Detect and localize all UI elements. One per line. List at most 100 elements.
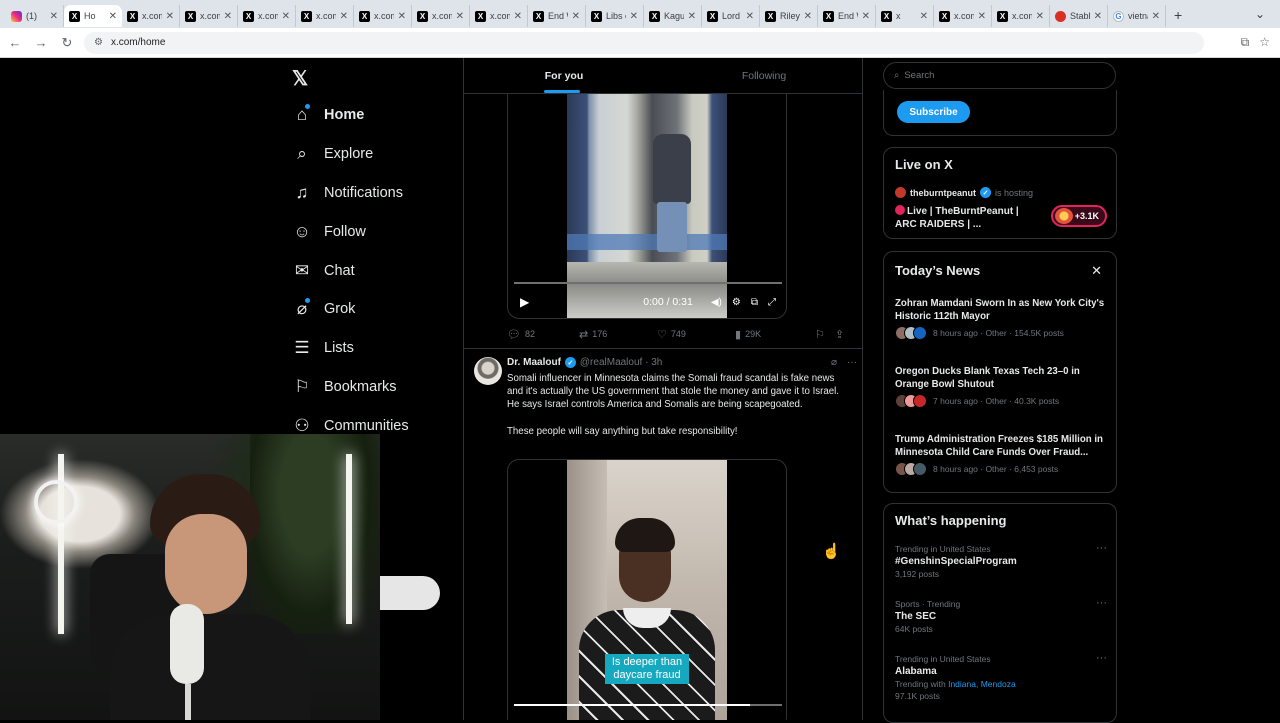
more-icon[interactable]: ··· [1096,542,1107,554]
share-button[interactable]: ⇪ [835,328,844,341]
more-icon[interactable]: ··· [1096,652,1107,664]
play-icon[interactable]: ▶ [520,295,529,309]
browser-tab[interactable]: X Riley G ✕ [760,5,818,27]
trend-item[interactable]: Trending in United States #GenshinSpecial… [895,542,1107,579]
address-bar[interactable]: ⚙ x.com/home [84,31,1204,54]
author-name[interactable]: Dr. Maalouf [507,357,561,368]
close-icon[interactable]: ✕ [1094,11,1102,22]
more-icon[interactable]: ··· [1096,597,1107,609]
sidebar-item-home[interactable]: ⌂ Home [292,96,409,135]
trending-with-links[interactable]: Indiana, Mendoza [948,679,1016,689]
close-icon[interactable]: ✕ [978,11,986,22]
install-app-icon[interactable]: ⧉ [1241,35,1250,50]
browser-tab[interactable]: Stable ✕ [1050,5,1108,27]
browser-tab[interactable]: Gvietnam ✕ [1108,5,1166,27]
close-icon[interactable]: ✕ [1091,263,1102,279]
close-icon[interactable]: ✕ [50,11,58,22]
browser-tab[interactable]: Xx.com/ ✕ [470,5,528,27]
close-icon[interactable]: ✕ [514,11,522,22]
browser-tab[interactable]: X End Wo ✕ [528,5,586,27]
avatar[interactable] [474,357,502,385]
tweet[interactable]: Dr. Maalouf ✓ @realMaalouf · 3h ⌀ ··· So… [464,348,862,720]
live-listener-count[interactable]: +3.1K [1051,205,1107,227]
browser-tab[interactable]: X Libs of ✕ [586,5,644,27]
close-icon[interactable]: ✕ [746,11,754,22]
site-info-icon[interactable]: ⚙ [94,37,103,48]
browser-tab[interactable]: Xx.com/ ✕ [412,5,470,27]
bookmark-button[interactable]: ⚐ [815,328,835,341]
browser-tab[interactable]: Xx.com/ ✕ [992,5,1050,27]
search-input[interactable]: ⌕ Search [883,62,1116,89]
browser-tab[interactable]: Xx.com/ ✕ [354,5,412,27]
x-logo[interactable]: 𝕏 [292,66,308,91]
forward-icon[interactable]: → [30,32,52,54]
subscribe-button[interactable]: Subscribe [897,101,970,123]
browser-tab[interactable]: X Lord Be ✕ [702,5,760,27]
live-host[interactable]: theburntpeanut ✓ is hosting [895,187,1033,198]
close-icon[interactable]: ✕ [630,11,638,22]
close-icon[interactable]: ✕ [1036,11,1044,22]
close-icon[interactable]: ✕ [920,11,928,22]
grok-icon[interactable]: ⌀ [831,357,837,368]
close-icon[interactable]: ✕ [804,11,812,22]
close-icon[interactable]: ✕ [224,11,232,22]
tab-following[interactable]: Following [664,58,862,93]
browser-tab[interactable]: Xx.com/ ✕ [180,5,238,27]
sidebar-item-grok[interactable]: ⌀ Grok [292,290,409,329]
browser-tab[interactable]: Xx.com/ ✕ [122,5,180,27]
browser-tab[interactable]: X Kaguya ✕ [644,5,702,27]
back-icon[interactable]: ← [4,32,26,54]
news-item[interactable]: Trump Administration Freezes $185 Millio… [895,433,1107,476]
video-progress-bar[interactable] [514,704,782,706]
reply-button[interactable]: 💬︎ 82 [507,328,579,341]
browser-tab[interactable]: (1) ✕ [6,5,64,27]
trend-item[interactable]: Trending in United States Alabama Trending… [895,652,1107,701]
volume-icon[interactable]: ◀) [711,297,722,308]
author-handle[interactable]: @realMaalouf · 3h [580,357,662,368]
close-icon[interactable]: ✕ [166,11,174,22]
sidebar-item-bookmarks[interactable]: ⚐ Bookmarks [292,368,409,407]
browser-tab[interactable]: Xx.com/ ✕ [934,5,992,27]
trend-item[interactable]: Sports · Trending The SEC 64K posts ··· [895,597,1107,634]
browser-tab[interactable]: X End Wo ✕ [818,5,876,27]
browser-tab[interactable]: Xx.com/ ✕ [238,5,296,27]
live-stream-title[interactable]: Live | TheBurntPeanut | ARC RAIDERS | ..… [895,205,1035,231]
browser-tab[interactable]: X Ho ✕ [64,5,122,27]
close-icon[interactable]: ✕ [282,11,290,22]
sidebar-item-explore[interactable]: ⌕ Explore [292,135,409,174]
reload-icon[interactable]: ↻ [56,32,78,54]
close-icon[interactable]: ✕ [572,11,580,22]
sidebar-item-follow[interactable]: ☺ Follow [292,212,409,251]
fullscreen-icon[interactable]: ⤢ [768,297,776,308]
more-icon[interactable]: ··· [847,357,857,368]
pip-icon[interactable]: ⧉ [751,297,758,308]
sidebar-item-lists[interactable]: ☰ Lists [292,329,409,368]
news-item[interactable]: Oregon Ducks Blank Texas Tech 23–0 in Or… [895,365,1107,408]
window-menu-icon[interactable]: ⌄ [1240,0,1280,28]
views-button[interactable]: ▮ 29K [735,328,815,341]
news-item[interactable]: Zohran Mamdani Sworn In as New York City… [895,297,1107,340]
video-player[interactable]: ▶ 0:00 / 0:31 ◀) ⚙ ⧉ ⤢ [507,94,787,319]
close-icon[interactable]: ✕ [398,11,406,22]
close-icon[interactable]: ✕ [109,11,117,22]
close-icon[interactable]: ✕ [456,11,464,22]
close-icon[interactable]: ✕ [862,11,870,22]
new-tab-icon[interactable]: + [1174,7,1182,23]
browser-tab[interactable]: Xx.com/ ✕ [296,5,354,27]
close-icon[interactable]: ✕ [340,11,348,22]
like-button[interactable]: ♡ 749 [657,328,735,341]
video-progress-bar[interactable] [514,282,782,284]
settings-icon[interactable]: ⚙ [732,297,741,308]
repost-button[interactable]: ⇄ 176 [579,328,657,341]
sidebar-item-notifications[interactable]: ♫ Notifications [292,174,409,213]
sidebar-item-chat[interactable]: ✉ Chat [292,251,409,290]
close-icon[interactable]: ✕ [688,11,696,22]
bookmark-star-icon[interactable]: ☆ [1259,35,1270,50]
browser-tab[interactable]: Xx ✕ [876,5,934,27]
close-icon[interactable]: ✕ [1152,11,1160,22]
sidebar-item-label: Home [324,107,365,124]
verified-icon: ✓ [980,187,991,198]
video-player[interactable]: Is deeper than daycare fraud [507,459,787,720]
live-dot-icon [895,205,905,215]
tab-for-you[interactable]: For you [464,58,664,93]
